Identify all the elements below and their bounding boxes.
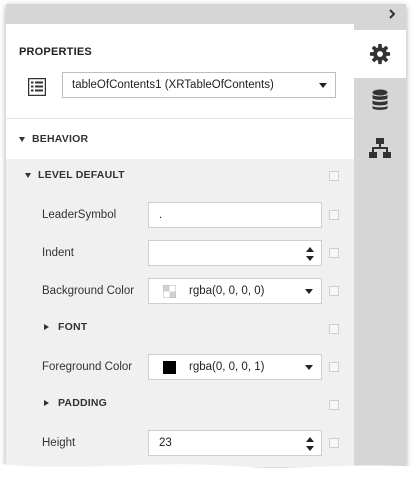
chevron-down-icon (305, 365, 313, 370)
chevron-down-icon (305, 289, 313, 294)
chevron-down-icon (306, 446, 314, 451)
database-icon (372, 89, 388, 110)
panel-title: PROPERTIES (19, 46, 92, 58)
indent-label: Indent (42, 247, 74, 259)
chevron-down-icon (319, 83, 327, 88)
collapse-panel-button[interactable] (384, 6, 400, 22)
torn-edge-decoration (0, 464, 417, 482)
property-checkbox[interactable] (329, 248, 339, 258)
tab-properties[interactable] (354, 30, 406, 78)
group-font[interactable]: FONT (6, 315, 354, 339)
group-level-default[interactable]: LEVEL DEFAULT (6, 159, 354, 191)
leader-symbol-value: . (159, 209, 163, 221)
color-swatch-icon (163, 361, 176, 374)
chevron-up-icon (306, 437, 314, 442)
background-color-value: rgba(0, 0, 0, 0) (189, 285, 265, 297)
group-padding-label: PADDING (58, 397, 108, 409)
expand-right-icon (44, 400, 49, 406)
chevron-up-icon (306, 247, 314, 252)
chevron-right-icon (389, 9, 396, 19)
list-icon (28, 78, 46, 96)
gear-icon (369, 43, 391, 65)
spin-buttons[interactable] (305, 246, 315, 262)
properties-panel: PROPERTIES tableOfContents1 (XRTableOfCo… (6, 4, 406, 467)
height-value: 23 (159, 437, 172, 449)
property-grid: LEVEL DEFAULT LeaderSymbol . Indent Back… (6, 159, 354, 467)
properties-content: PROPERTIES tableOfContents1 (XRTableOfCo… (6, 24, 354, 467)
component-selector[interactable]: tableOfContents1 (XRTableOfContents) (62, 72, 336, 98)
height-label: Height (42, 437, 76, 449)
tab-field-list[interactable] (354, 76, 406, 124)
property-checkbox[interactable] (329, 438, 339, 448)
group-font-label: FONT (58, 321, 88, 333)
background-color-label: Background Color (42, 285, 135, 297)
panel-top-bar (6, 4, 406, 24)
foreground-color-label: Foreground Color (42, 361, 133, 373)
property-checkbox[interactable] (329, 286, 339, 296)
expand-down-icon (19, 137, 25, 142)
section-behavior[interactable]: BEHAVIOR (6, 119, 354, 159)
chevron-down-icon (306, 256, 314, 261)
property-checkbox[interactable] (329, 362, 339, 372)
property-checkbox[interactable] (329, 400, 339, 410)
transparent-swatch-icon (163, 285, 176, 298)
foreground-color-value: rgba(0, 0, 0, 1) (189, 361, 265, 373)
property-checkbox[interactable] (329, 210, 339, 220)
expand-down-icon (25, 173, 31, 178)
foreground-color-picker[interactable]: rgba(0, 0, 0, 1) (148, 354, 322, 380)
group-padding[interactable]: PADDING (6, 391, 354, 415)
group-level-default-label: LEVEL DEFAULT (38, 169, 125, 181)
hierarchy-icon (369, 138, 391, 158)
section-behavior-label: BEHAVIOR (32, 133, 89, 145)
leader-symbol-label: LeaderSymbol (42, 209, 117, 221)
indent-stepper[interactable] (148, 240, 322, 266)
property-checkbox[interactable] (329, 324, 339, 334)
spin-buttons[interactable] (305, 436, 315, 452)
property-checkbox[interactable] (329, 171, 339, 181)
expand-right-icon (44, 324, 49, 330)
background-color-picker[interactable]: rgba(0, 0, 0, 0) (148, 278, 322, 304)
component-selector-value: tableOfContents1 (XRTableOfContents) (72, 79, 274, 91)
leader-symbol-input[interactable]: . (148, 202, 322, 228)
height-stepper[interactable]: 23 (148, 430, 322, 456)
side-tab-bar (354, 24, 406, 467)
tab-report-explorer[interactable] (354, 124, 406, 172)
